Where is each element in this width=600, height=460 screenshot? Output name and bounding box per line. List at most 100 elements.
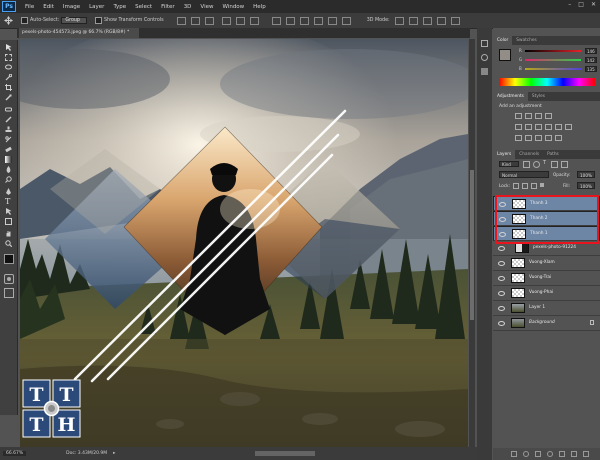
tab-paths[interactable]: Paths [543,150,563,159]
channel-g-slider[interactable] [525,59,581,61]
menu-3d[interactable]: 3D [184,4,192,10]
layer-row[interactable]: Vuong-Trai [493,271,600,286]
channel-b-value[interactable]: 135 [585,66,597,72]
curves-icon[interactable] [535,113,542,119]
document-canvas[interactable]: T T T H [20,39,468,447]
eye-icon[interactable] [498,306,505,311]
invert-icon[interactable] [515,135,522,141]
new-layer-icon[interactable] [571,451,577,457]
move-tool-icon[interactable] [4,16,13,25]
layer-name[interactable]: pexels-photo-91224 [533,245,576,250]
photo-filter-icon[interactable] [555,124,562,130]
maximize-icon[interactable]: □ [578,1,584,8]
align-left-icon[interactable] [221,16,231,25]
slide-3d-icon[interactable] [436,16,446,25]
distribute-top-icon[interactable] [271,16,281,25]
tab-color[interactable]: Color [493,36,513,45]
layer-name[interactable]: Background [529,320,555,325]
filter-adjustment-icon[interactable] [533,161,540,168]
gradient-map-icon[interactable] [545,135,552,141]
filter-pixel-icon[interactable] [523,161,530,168]
eye-icon[interactable] [499,202,506,207]
menu-view[interactable]: View [200,4,213,10]
eye-icon[interactable] [498,291,505,296]
clone-stamp-tool-icon[interactable] [5,126,12,133]
new-adjustment-icon[interactable] [547,451,553,457]
distribute-bottom-icon[interactable] [299,16,309,25]
menu-help[interactable]: Help [253,4,266,10]
brush-tool-icon[interactable] [5,116,12,123]
tab-styles[interactable]: Styles [528,92,549,101]
layer-row[interactable]: Layer 1 [493,301,600,316]
black-white-icon[interactable] [545,124,552,130]
hue-saturation-icon[interactable] [525,124,532,130]
vertical-scroll-thumb[interactable] [470,170,474,320]
layer-name[interactable]: Vuong-Trai [529,275,551,280]
posterize-icon[interactable] [525,135,532,141]
distribute-right-icon[interactable] [341,16,351,25]
align-top-icon[interactable] [176,16,186,25]
history-panel-icon[interactable] [481,40,488,47]
threshold-icon[interactable] [535,135,542,141]
menu-edit[interactable]: Edit [43,4,54,10]
align-right-icon[interactable] [249,16,259,25]
layer-row[interactable]: Thanh 3 [493,196,600,211]
close-icon[interactable]: ✕ [591,1,596,8]
layer-filter-kind[interactable]: Kind [499,161,519,167]
levels-icon[interactable] [525,113,532,119]
filter-shape-icon[interactable] [551,161,558,168]
filter-type-icon[interactable]: T [543,161,548,166]
brightness-icon[interactable] [515,113,522,119]
blend-mode-dropdown[interactable]: Normal [499,171,549,178]
actions-panel-icon[interactable] [481,54,488,61]
foreground-color-swatch[interactable] [4,254,14,264]
layer-name[interactable]: Thanh 2 [530,216,548,221]
hand-tool-icon[interactable] [5,230,12,237]
zoom-level[interactable]: 66.67% [3,451,27,456]
layer-row[interactable]: Background [493,316,600,331]
eye-icon[interactable] [498,261,505,266]
auto-select-checkbox[interactable] [21,17,28,24]
menu-select[interactable]: Select [135,4,152,10]
eyedropper-tool-icon[interactable] [5,94,12,101]
path-selection-tool-icon[interactable] [5,208,12,215]
crop-tool-icon[interactable] [5,84,12,91]
distribute-middle-icon[interactable] [285,16,295,25]
link-layers-icon[interactable] [511,451,517,457]
channel-r-value[interactable]: 146 [585,48,597,54]
distribute-left-icon[interactable] [313,16,323,25]
selective-color-icon[interactable] [555,135,562,141]
layer-name[interactable]: Vuong-Phai [529,290,553,295]
lock-position-icon[interactable] [531,183,537,189]
horizontal-scroll-thumb[interactable] [255,451,315,456]
add-mask-icon[interactable] [535,451,541,457]
eye-icon[interactable] [499,232,506,237]
quick-select-tool-icon[interactable] [5,73,13,81]
lasso-tool-icon[interactable] [5,64,12,71]
eraser-tool-icon[interactable] [5,146,12,153]
menu-filter[interactable]: Filter [161,4,175,10]
color-balance-icon[interactable] [535,124,542,130]
pen-tool-icon[interactable] [5,188,12,195]
vibrance-icon[interactable] [515,124,522,130]
layer-row[interactable]: Thanh 1 [493,226,600,241]
menu-window[interactable]: Window [222,4,244,10]
layer-row[interactable]: Thanh 2 [493,211,600,226]
auto-select-option[interactable]: Auto-Select: Group [21,17,87,24]
minimize-icon[interactable]: – [568,1,571,8]
gradient-tool-icon[interactable] [5,156,12,163]
status-arrow-icon[interactable]: ▸ [113,451,115,456]
align-center-icon[interactable] [235,16,245,25]
tab-channels[interactable]: Channels [515,150,543,159]
rectangle-tool-icon[interactable] [5,218,12,225]
channel-b-slider[interactable] [525,68,581,70]
lock-transparent-icon[interactable] [513,183,519,189]
delete-layer-icon[interactable] [583,451,589,457]
foreground-color-preview[interactable] [499,49,511,61]
channel-g-value[interactable]: 142 [585,57,597,63]
marquee-tool-icon[interactable] [5,54,12,61]
lock-image-icon[interactable] [522,183,528,189]
tab-swatches[interactable]: Swatches [512,36,541,45]
eye-icon[interactable] [498,321,505,326]
align-bottom-icon[interactable] [204,16,214,25]
